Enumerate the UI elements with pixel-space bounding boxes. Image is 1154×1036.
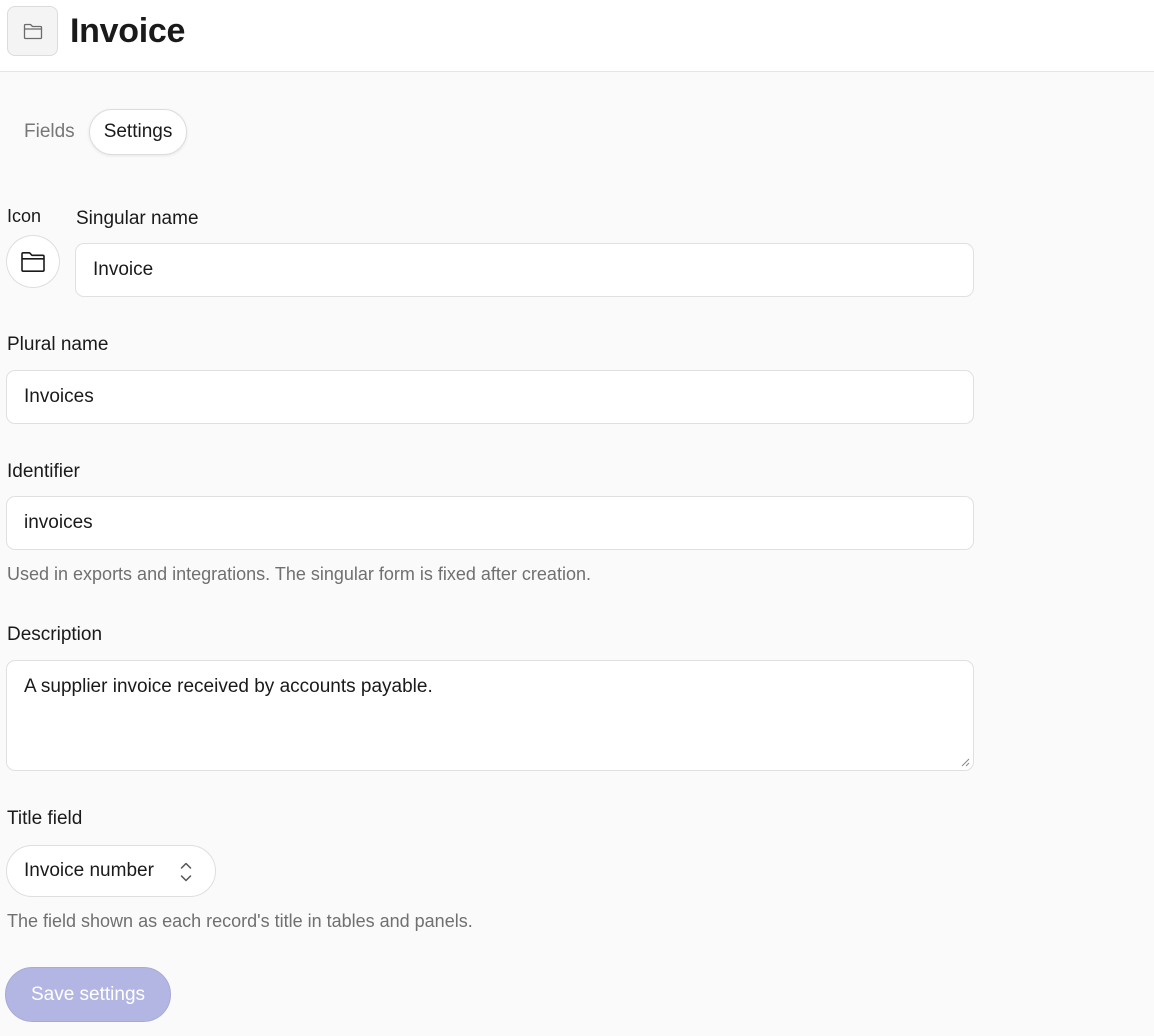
plural-name-input[interactable]: Invoices <box>6 370 974 424</box>
singular-name-label: Singular name <box>76 208 199 229</box>
description-label: Description <box>7 624 103 645</box>
folder-icon <box>23 23 42 39</box>
page-header: Invoice <box>0 0 1154 72</box>
title-field-value: Invoice number <box>24 860 154 881</box>
chevron-up-down-icon <box>180 862 192 882</box>
page-title: Invoice <box>70 12 186 50</box>
resize-grip-icon[interactable] <box>960 757 970 767</box>
header-folder-icon[interactable] <box>7 6 58 56</box>
tab-bar: Fields Settings <box>10 108 188 156</box>
save-settings-button[interactable]: Save settings <box>5 967 171 1022</box>
description-text: A supplier invoice received by accounts … <box>24 676 433 697</box>
plural-name-label: Plural name <box>7 334 109 355</box>
description-textarea[interactable]: A supplier invoice received by accounts … <box>6 660 974 771</box>
identifier-help-text: Used in exports and integrations. The si… <box>7 564 591 584</box>
icon-label: Icon <box>7 206 42 226</box>
title-field-help-text: The field shown as each record's title i… <box>7 911 473 931</box>
title-field-label: Title field <box>7 808 83 829</box>
identifier-label: Identifier <box>7 461 80 482</box>
title-field-select[interactable]: Invoice number <box>6 845 216 897</box>
singular-name-input[interactable]: Invoice <box>75 243 974 297</box>
folder-icon <box>21 251 45 272</box>
identifier-input[interactable]: invoices <box>6 496 974 550</box>
icon-picker-button[interactable] <box>6 235 60 288</box>
tab-fields[interactable]: Fields <box>10 109 89 155</box>
tab-settings[interactable]: Settings <box>88 109 188 155</box>
